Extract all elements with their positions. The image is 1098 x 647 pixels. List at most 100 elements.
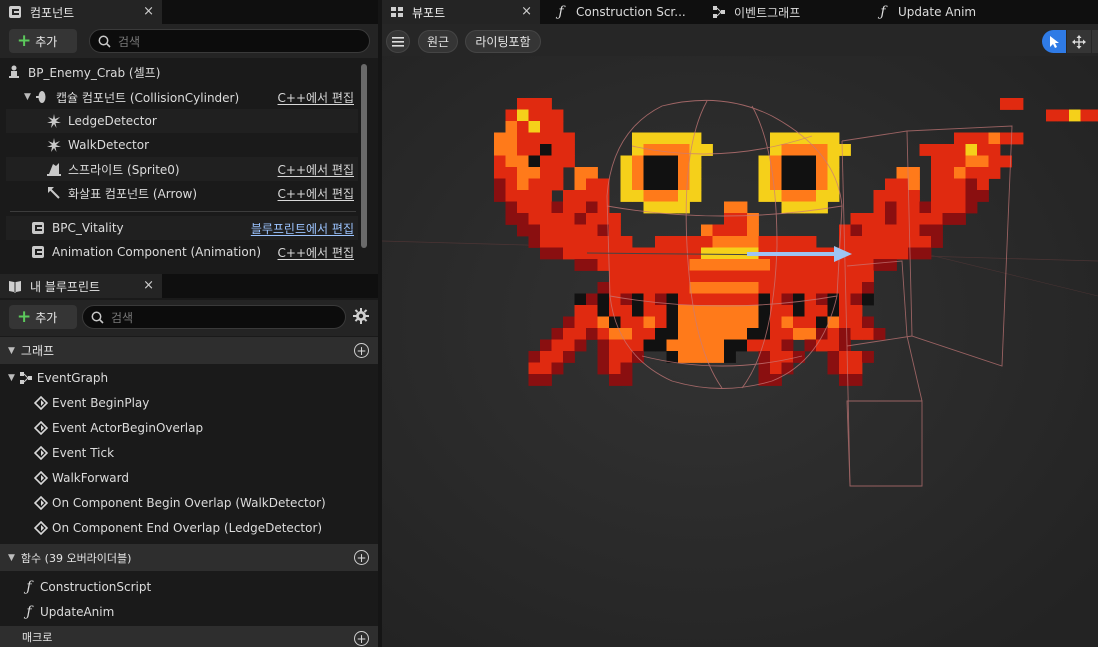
- event-item[interactable]: On Component End Overlap (LedgeDetector): [0, 515, 378, 540]
- close-icon[interactable]: ×: [143, 278, 154, 293]
- crab-pixel: [850, 270, 863, 283]
- gear-icon[interactable]: [352, 307, 370, 325]
- component-row-walkdetector[interactable]: WalkDetector: [6, 133, 358, 157]
- crab-pixel: [793, 282, 805, 294]
- component-row-arrow[interactable]: 화살표 컴포넌트 (Arrow) C++에서 편집: [6, 181, 358, 205]
- crab-pixel: [850, 351, 863, 363]
- edit-in-cpp-link[interactable]: C++에서 편집: [278, 89, 354, 106]
- component-row-sprite[interactable]: 스프라이트 (Sprite0) C++에서 편집: [6, 157, 358, 181]
- crab-pixel: [620, 236, 633, 248]
- crab-pixel: [839, 282, 851, 294]
- move-tool-button[interactable]: [1067, 30, 1091, 53]
- crab-pixel: [816, 282, 828, 294]
- crab-pixel: [655, 305, 667, 317]
- crab-pixel: [747, 293, 759, 306]
- crab-pixel: [827, 132, 840, 145]
- crab-pixel: [965, 201, 978, 214]
- components-scrollbar[interactable]: [361, 64, 367, 248]
- crab-pixel: [540, 109, 552, 122]
- add-component-label: 추가: [35, 34, 58, 49]
- section-functions[interactable]: ▼ 함수 (39 오버라이더블) +: [0, 544, 378, 571]
- my-blueprint-tab[interactable]: 내 블루프린트 ×: [0, 274, 162, 298]
- crab-pixel: [793, 328, 805, 340]
- edit-in-cpp-link[interactable]: C++에서 편집: [278, 161, 354, 178]
- rotate-tool-button[interactable]: [1092, 30, 1098, 53]
- add-macro-icon[interactable]: +: [354, 631, 369, 646]
- event-label: On Component Begin Overlap (WalkDetector…: [52, 495, 326, 510]
- crab-pixel: [781, 282, 794, 294]
- crab-pixel: [827, 167, 840, 179]
- section-graphs[interactable]: ▼ 그래프 +: [0, 337, 378, 364]
- tab-update-anim[interactable]: ƒ Update Anim: [868, 0, 1028, 24]
- crab-pixel: [747, 316, 759, 329]
- my-blueprint-search-input[interactable]: 검색: [82, 305, 346, 329]
- function-item[interactable]: ƒ ConstructionScript: [0, 574, 378, 599]
- close-icon[interactable]: ×: [143, 4, 154, 19]
- caret-down-icon[interactable]: ▼: [24, 92, 34, 102]
- add-blueprint-item-button[interactable]: + 추가: [9, 305, 77, 329]
- arrow-icon: [46, 185, 62, 201]
- crab-pixel: [517, 155, 529, 168]
- crab-pixel: [609, 224, 621, 237]
- crab-pixel: [781, 236, 794, 248]
- crab-pixel: [666, 236, 679, 248]
- crab-pixel: [678, 328, 690, 340]
- viewport-panel: 뷰포트 × ƒ Construction Scr... 이벤트그래프 ƒ Upd…: [382, 0, 1098, 647]
- close-icon[interactable]: ×: [521, 4, 532, 19]
- crab-pixel: [862, 236, 874, 248]
- crab-pixel: [1092, 109, 1098, 122]
- component-row-animation[interactable]: Animation Component (Animation) C++에서 편집: [6, 240, 358, 264]
- crab-pixel: [977, 167, 989, 179]
- components-search-input[interactable]: 검색: [89, 29, 370, 53]
- edit-in-cpp-link[interactable]: C++에서 편집: [278, 244, 354, 261]
- event-item[interactable]: Event Tick: [0, 440, 378, 465]
- crab-pixel: [666, 339, 679, 352]
- crab-pixel: [528, 167, 541, 179]
- viewport-scene[interactable]: [382, 56, 1098, 647]
- crab-pixel: [620, 270, 633, 283]
- component-row-capsule[interactable]: ▼ 캡슐 컴포넌트 (CollisionCylinder) C++에서 편집: [6, 85, 358, 109]
- lighting-button[interactable]: 라이팅포함: [465, 30, 541, 53]
- perspective-button[interactable]: 원근: [418, 30, 458, 53]
- event-graph-row[interactable]: ▼ EventGraph: [0, 365, 378, 390]
- components-tab[interactable]: 컴포넌트 ×: [0, 0, 162, 24]
- crab-pixel: [517, 132, 529, 145]
- crab-pixel: [528, 109, 541, 122]
- tab-viewport[interactable]: 뷰포트 ×: [382, 0, 540, 24]
- add-graph-icon[interactable]: +: [354, 343, 369, 358]
- event-item[interactable]: WalkForward: [0, 465, 378, 490]
- edit-in-blueprint-link[interactable]: 블루프린트에서 편집: [251, 220, 354, 237]
- component-label: 화살표 컴포넌트 (Arrow): [68, 186, 198, 201]
- add-component-button[interactable]: + 추가: [9, 29, 77, 53]
- event-item[interactable]: On Component Begin Overlap (WalkDetector…: [0, 490, 378, 515]
- event-item[interactable]: Event BeginPlay: [0, 390, 378, 415]
- plus-icon: +: [17, 306, 32, 327]
- crab-pixel: [942, 190, 955, 202]
- crab-pixel: [620, 282, 633, 294]
- add-function-icon[interactable]: +: [354, 550, 369, 565]
- crab-pixel: [827, 362, 840, 375]
- crab-pixel: [954, 178, 966, 191]
- crab-pixel: [540, 201, 552, 214]
- component-row-self[interactable]: BP_Enemy_Crab (셀프): [6, 60, 358, 84]
- tab-construction-script[interactable]: ƒ Construction Scr...: [546, 0, 698, 24]
- viewport-menu-button[interactable]: [386, 30, 410, 53]
- edit-in-cpp-link[interactable]: C++에서 편집: [278, 185, 354, 202]
- crab-pixel: [977, 155, 989, 168]
- my-blueprint-toolbar: + 추가 검색: [0, 300, 378, 336]
- crab-pixel: [804, 178, 817, 191]
- crab-pixel: [850, 247, 863, 260]
- component-row-ledgedetector[interactable]: LedgeDetector: [6, 109, 358, 133]
- component-row-bpc-vitality[interactable]: BPC_Vitality 블루프린트에서 편집: [6, 216, 358, 240]
- section-macros[interactable]: 매크로 +: [0, 626, 378, 647]
- function-item[interactable]: ƒ UpdateAnim: [0, 599, 378, 624]
- crab-pixel: [804, 328, 817, 340]
- tab-event-graph[interactable]: 이벤트그래프: [704, 0, 864, 24]
- event-node-icon: [34, 445, 48, 460]
- crab-pixel: [551, 155, 564, 168]
- event-item[interactable]: Event ActorBeginOverlap: [0, 415, 378, 440]
- crab-pixel: [712, 247, 725, 260]
- select-tool-button[interactable]: [1042, 30, 1066, 53]
- crab-pixel: [540, 121, 552, 133]
- crab-pixel: [850, 213, 863, 225]
